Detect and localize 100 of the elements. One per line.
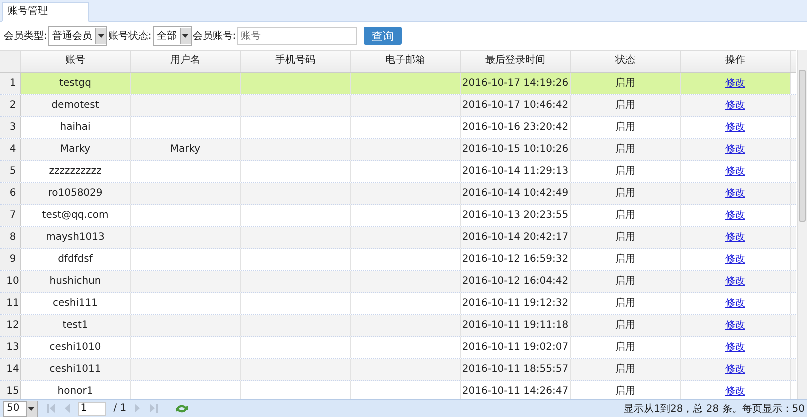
table-cell: 启用 [616,144,636,155]
table-row[interactable]: 12 test1 2016-10-11 19:11:18 启用 修改 [0,315,796,337]
edit-link[interactable]: 修改 [726,342,746,353]
row-number: 7 [0,205,21,226]
caret-icon[interactable] [182,34,190,38]
select-field[interactable]: 普通会员 [48,26,108,46]
table-cell: 2016-10-17 14:19:26 [462,78,569,89]
edit-link[interactable]: 修改 [726,122,746,133]
column-header: 用户名 [131,51,241,72]
table-row[interactable]: 8 maysh1013 2016-10-14 20:42:17 启用 修改 [0,227,796,249]
table-cell: test1 [21,315,131,336]
table-cell: Marky [21,139,131,160]
row-number: 1 [0,73,21,94]
table-cell: 2016-10-11 19:12:32 [462,298,569,309]
scrollbar[interactable] [797,50,807,399]
page-input-field[interactable]: 1 [78,402,106,416]
table-cell: 2016-10-16 23:20:42 [462,122,569,133]
last-page-icon[interactable] [148,404,159,413]
table-cell: dfdfdsf [21,249,131,270]
table-row[interactable]: 10 hushichun 2016-10-12 16:04:42 启用 修改 [0,271,796,293]
row-number: 6 [0,183,21,204]
row-number: 4 [0,139,21,160]
caret-icon[interactable] [98,34,105,38]
edit-link[interactable]: 修改 [726,364,746,375]
select-field[interactable]: 全部 [152,26,192,46]
column-header: 手机号码 [241,51,351,72]
table-cell: 2016-10-14 10:42:49 [462,188,569,199]
first-page-icon[interactable] [46,404,56,413]
table-cell: 2016-10-14 20:42:17 [462,232,569,243]
edit-link[interactable]: 修改 [726,276,746,287]
table-cell: 启用 [616,276,636,287]
row-number: 8 [0,227,21,248]
refresh-icon[interactable] [174,404,189,414]
table-cell: ceshi1011 [21,359,131,380]
table-cell: demotest [21,95,131,116]
column-header: 状态 [571,51,681,72]
table-cell: 2016-10-12 16:04:42 [462,276,569,287]
table-row[interactable]: 14 ceshi1011 2016-10-11 18:55:57 启用 修改 [0,359,796,381]
filter-label: 会员类型: [4,30,48,43]
table-cell: 启用 [616,254,636,265]
row-number: 2 [0,95,21,116]
row-number: 10 [0,271,21,292]
table-cell: 启用 [616,166,636,177]
table-cell: 启用 [616,100,636,111]
edit-link[interactable]: 修改 [726,166,746,177]
column-header: 账号 [21,51,131,72]
table-cell: 启用 [616,298,636,309]
table-cell: haihai [21,117,131,138]
page-size-select[interactable]: 50 [3,400,38,416]
account-input-field[interactable]: 账号 [237,27,358,45]
row-number: 3 [0,117,21,138]
table-cell: 2016-10-12 16:59:32 [462,254,569,265]
next-page-icon[interactable] [134,404,141,413]
edit-link[interactable]: 修改 [726,100,746,111]
table-cell: hushichun [21,271,131,292]
edit-link[interactable]: 修改 [726,298,746,309]
table-cell: 2016-10-11 19:02:07 [462,342,569,353]
edit-link[interactable]: 修改 [726,232,746,243]
table-cell: 2016-10-11 18:55:57 [462,364,569,375]
table-cell: 启用 [616,342,636,353]
table-cell: 启用 [616,320,636,331]
table-cell: 启用 [616,188,636,199]
caret-icon[interactable] [28,406,36,410]
filter-label: 会员账号: [192,30,236,43]
table-cell: maysh1013 [21,227,131,248]
row-number: 14 [0,359,21,380]
selected-table-row[interactable]: 1 testgq 2016-10-17 14:19:26 启用 修改 [0,73,796,95]
table-cell: 2016-10-15 10:10:26 [462,144,569,155]
search-button[interactable]: 查询 [364,27,402,45]
edit-link[interactable]: 修改 [726,386,746,397]
row-number: 15 [0,381,21,399]
row-number: 13 [0,337,21,358]
table-cell: Marky [170,144,201,155]
table-row[interactable]: 6 ro1058029 2016-10-14 10:42:49 启用 修改 [0,183,796,205]
edit-link[interactable]: 修改 [726,188,746,199]
table-cell: test@qq.com [21,205,131,226]
edit-link[interactable]: 修改 [726,144,746,155]
table-cell: ro1058029 [21,183,131,204]
table-cell: testgq [21,73,131,94]
table-cell: 2016-10-14 11:29:13 [462,166,569,177]
column-header: 电子邮箱 [351,51,461,72]
row-number: 5 [0,161,21,182]
table-cell: 2016-10-13 20:23:55 [462,210,569,221]
row-number: 12 [0,315,21,336]
previous-page-icon[interactable] [64,404,70,413]
edit-link[interactable]: 修改 [726,78,746,89]
edit-link[interactable]: 修改 [726,320,746,331]
filter-label: 账号状态: [108,30,152,43]
total-pages: / 1 [114,403,127,414]
table-cell: 2016-10-11 19:11:18 [462,320,569,331]
table-cell: 启用 [616,210,636,221]
table-row[interactable]: 4 Marky Marky 2016-10-15 10:10:26 启用 修改 [0,139,796,161]
column-header: 最后登录时间 [461,51,571,72]
edit-link[interactable]: 修改 [726,254,746,265]
table-row[interactable]: 2 demotest 2016-10-17 10:46:42 启用 修改 [0,95,796,117]
edit-link[interactable]: 修改 [726,210,746,221]
table-cell: ceshi1010 [21,337,131,358]
table-cell: 启用 [616,122,636,133]
table-cell: 启用 [616,364,636,375]
tab[interactable]: 账号管理 [2,2,89,22]
